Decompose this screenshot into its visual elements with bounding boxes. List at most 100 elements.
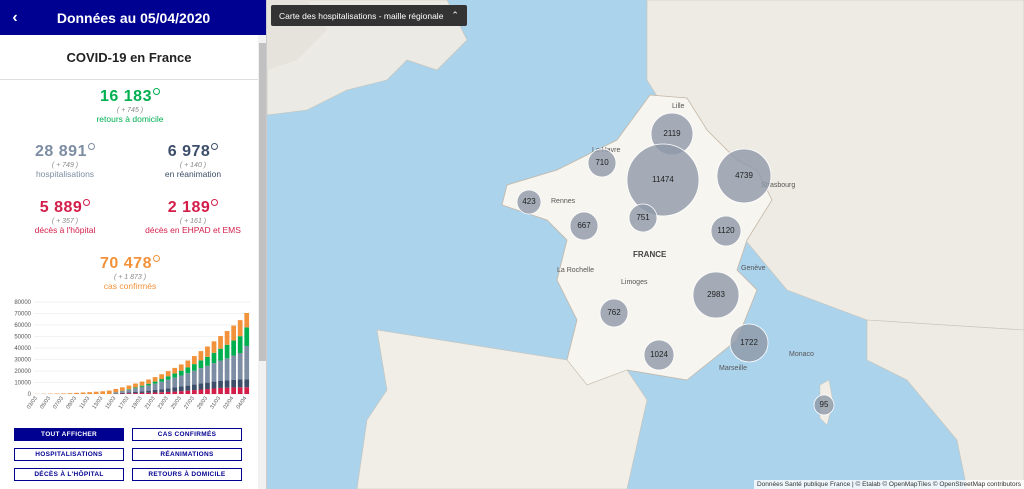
chart-bar-segment[interactable]	[244, 387, 250, 394]
chart-bar-segment[interactable]	[126, 392, 132, 394]
chart-bar-segment[interactable]	[224, 330, 230, 345]
chart-bar-segment[interactable]	[67, 393, 73, 394]
chart-bar-segment[interactable]	[205, 382, 210, 390]
chart-bar-segment[interactable]	[198, 368, 204, 384]
chart-bar-segment[interactable]	[139, 392, 145, 394]
map-view[interactable]: Lille Le Havre Rennes Strasbourg La Roch…	[267, 0, 1024, 489]
chart-bar-segment[interactable]	[146, 385, 151, 391]
map-attribution[interactable]: Données Santé publique France | © Etalab…	[753, 480, 1024, 489]
scrollbar[interactable]	[258, 35, 266, 489]
chart-bar-segment[interactable]	[244, 327, 250, 346]
chart-bar-segment[interactable]	[152, 392, 158, 394]
chart-bar-segment[interactable]	[139, 386, 145, 392]
chart-bar-segment[interactable]	[178, 375, 184, 387]
hospitalisations-button[interactable]: HOSPITALISATIONS	[14, 448, 124, 461]
chart-bar-segment[interactable]	[185, 385, 191, 391]
chart-bar-segment[interactable]	[100, 391, 106, 394]
chart-bar-segment[interactable]	[218, 360, 223, 381]
chart-bar-segment[interactable]	[205, 356, 210, 366]
chart-bar-segment[interactable]	[178, 370, 184, 376]
chart-bar-segment[interactable]	[231, 355, 236, 380]
chart-bar-segment[interactable]	[231, 379, 236, 388]
chart-bar-segment[interactable]	[205, 346, 210, 357]
chart-bar-segment[interactable]	[80, 392, 86, 394]
chart-bar-segment[interactable]	[126, 389, 132, 393]
chart-bar-segment[interactable]	[133, 387, 138, 389]
chart-bar-segment[interactable]	[126, 393, 132, 394]
info-icon[interactable]	[152, 255, 160, 262]
chart-bar-segment[interactable]	[224, 358, 230, 381]
chart-bar-segment[interactable]	[159, 381, 164, 390]
chart-bar-segment[interactable]	[133, 383, 138, 388]
info-icon[interactable]	[83, 199, 91, 206]
chart-bar-segment[interactable]	[211, 341, 217, 353]
chart-bar-segment[interactable]	[211, 352, 217, 364]
chart-bar-segment[interactable]	[165, 376, 171, 380]
chart-bar-segment[interactable]	[237, 353, 243, 380]
chart-bar-segment[interactable]	[198, 383, 204, 390]
chart-bar-segment[interactable]	[159, 389, 164, 393]
chart-bar-segment[interactable]	[218, 348, 223, 361]
chart-bar-segment[interactable]	[244, 345, 250, 380]
chart-bar-segment[interactable]	[152, 383, 158, 390]
chart-bar-segment[interactable]	[237, 379, 243, 388]
chart-bar-segment[interactable]	[133, 393, 138, 394]
chart-bar-segment[interactable]	[172, 391, 178, 394]
chart-bar-segment[interactable]	[231, 387, 236, 394]
scrollbar-thumb[interactable]	[259, 43, 266, 361]
chart-bar-segment[interactable]	[218, 336, 223, 349]
chart-bar-segment[interactable]	[126, 385, 132, 390]
chart-bar-segment[interactable]	[198, 389, 204, 394]
chart-bar-segment[interactable]	[133, 388, 138, 392]
reanimations-button[interactable]: RÉANIMATIONS	[132, 448, 242, 461]
chart-bar-segment[interactable]	[152, 381, 158, 384]
chart-bar-segment[interactable]	[211, 388, 217, 394]
chart-bar-segment[interactable]	[224, 387, 230, 394]
chart-bar-segment[interactable]	[218, 380, 223, 388]
chart-bar-segment[interactable]	[205, 365, 210, 383]
chart-bar-segment[interactable]	[146, 392, 151, 394]
chart-bar-segment[interactable]	[159, 392, 164, 394]
chart-bar-segment[interactable]	[113, 392, 119, 394]
chart-bar-segment[interactable]	[152, 389, 158, 393]
chart-bar-segment[interactable]	[231, 340, 236, 356]
chart-bar-segment[interactable]	[146, 379, 151, 384]
chart-bar-segment[interactable]	[133, 391, 138, 394]
chart-bar-segment[interactable]	[146, 390, 151, 393]
map-layer-selector[interactable]: Carte des hospitalisations - maille régi…	[271, 5, 467, 26]
chart-bar-segment[interactable]	[172, 377, 178, 388]
chart-bar-segment[interactable]	[165, 391, 171, 394]
chart-bar-segment[interactable]	[120, 392, 125, 394]
chart-bar-segment[interactable]	[205, 389, 210, 394]
chart-bar-segment[interactable]	[192, 364, 197, 371]
chart-bar-segment[interactable]	[146, 383, 151, 386]
chart-bar-segment[interactable]	[178, 391, 184, 394]
chart-bar-segment[interactable]	[172, 387, 178, 392]
chart-bar-segment[interactable]	[159, 379, 164, 382]
chart-bar-segment[interactable]	[139, 391, 145, 393]
chart-bar-segment[interactable]	[192, 356, 197, 365]
cas-confirmes-button[interactable]: CAS CONFIRMÉS	[132, 428, 242, 441]
chart-bar-segment[interactable]	[139, 385, 145, 387]
chart-bar-segment[interactable]	[185, 360, 191, 368]
chevron-up-icon[interactable]: ⌃	[451, 10, 459, 21]
chart-bar-segment[interactable]	[231, 325, 236, 341]
chart-bar-segment[interactable]	[159, 374, 164, 380]
chart-bar-segment[interactable]	[224, 344, 230, 359]
chart-bar-segment[interactable]	[139, 381, 145, 386]
chart-bar-segment[interactable]	[237, 336, 243, 354]
chart-bar-segment[interactable]	[165, 371, 171, 377]
chart-bar-segment[interactable]	[113, 388, 119, 393]
retours-domicile-button[interactable]: RETOURS À DOMICILE	[132, 468, 242, 481]
chart-bar-segment[interactable]	[152, 377, 158, 382]
chart-bar-segment[interactable]	[218, 387, 223, 394]
chart-bar-segment[interactable]	[126, 389, 132, 390]
chart-bar-segment[interactable]	[192, 390, 197, 394]
chart-bar-segment[interactable]	[185, 390, 191, 394]
chart-bar-segment[interactable]	[165, 379, 171, 389]
chart-bar-segment[interactable]	[185, 367, 191, 374]
info-icon[interactable]	[211, 143, 219, 150]
chart-bar-segment[interactable]	[198, 351, 204, 361]
chart-bar-segment[interactable]	[87, 392, 92, 394]
chart-bar-segment[interactable]	[237, 320, 243, 337]
